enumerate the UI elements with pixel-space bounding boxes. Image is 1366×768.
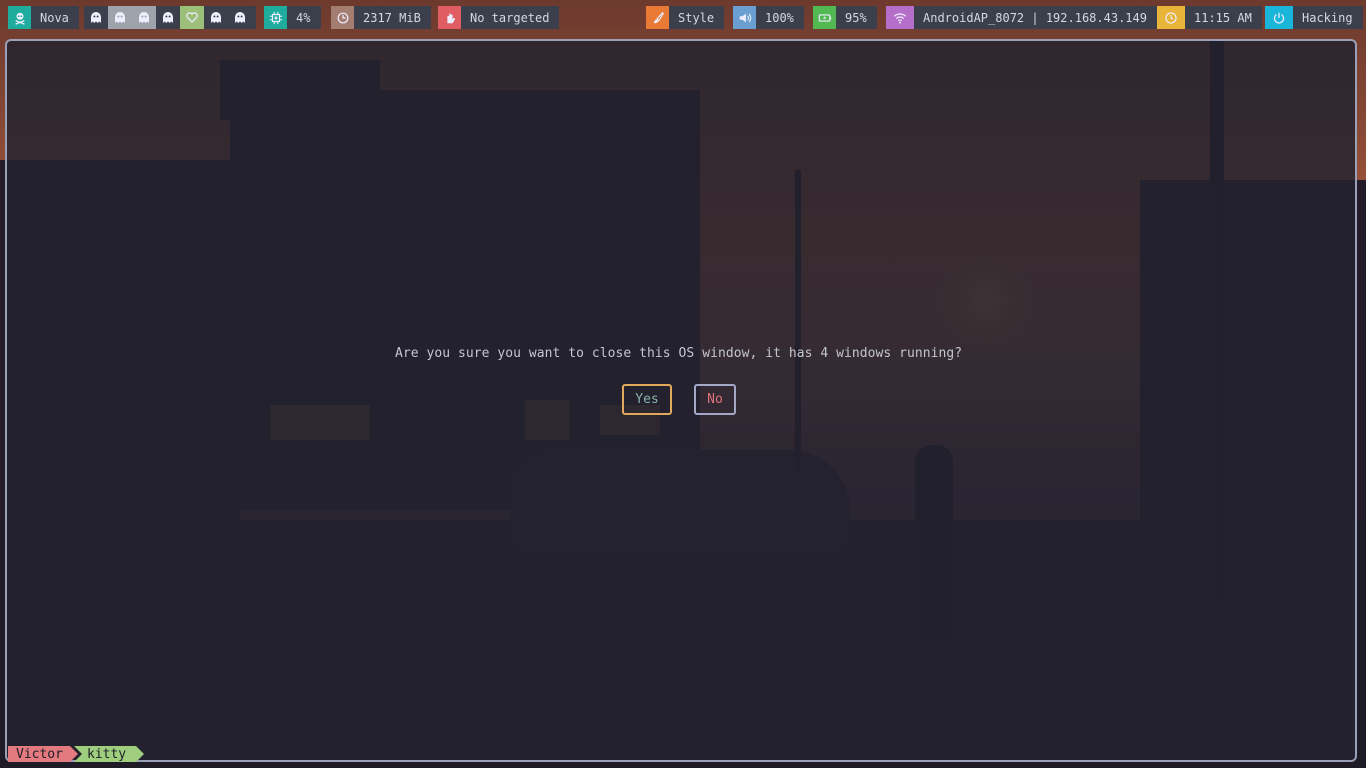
workspace-4[interactable] [156, 6, 180, 29]
power-icon [1265, 6, 1293, 29]
workspaces [84, 6, 256, 29]
power-label: Hacking [1302, 10, 1353, 25]
cpu-chip-icon [264, 6, 287, 29]
window-title-label: No targeted [470, 10, 550, 25]
battery-label: 95% [845, 10, 867, 25]
kitty-terminal-window[interactable] [5, 39, 1357, 762]
no-button[interactable]: No [694, 384, 736, 415]
workspace-3[interactable] [132, 6, 156, 29]
ghost-icon [139, 12, 149, 23]
heart-icon [186, 12, 198, 23]
clock-icon [1157, 6, 1185, 29]
clock-label: 11:15 AM [1194, 10, 1252, 25]
skull-crossbones-icon [8, 6, 31, 29]
style-module[interactable]: Style [646, 6, 725, 29]
memory-module[interactable]: 2317 MiB [331, 6, 431, 29]
battery-module[interactable]: 95% [813, 6, 877, 29]
power-module[interactable]: Hacking [1265, 6, 1363, 29]
volume-label: 100% [765, 10, 794, 25]
clock-module[interactable]: 11:15 AM [1157, 6, 1262, 29]
top-bar: Nova 4% 2317 MiB No targeted Style 100% … [0, 0, 1366, 36]
workspace-1[interactable] [84, 6, 108, 29]
window-title-module[interactable]: No targeted [438, 6, 560, 29]
style-label: Style [678, 10, 715, 25]
ghost-icon [163, 12, 173, 23]
workspace-6[interactable] [204, 6, 228, 29]
hand-icon [438, 6, 461, 29]
statusline-user-segment: Victor [8, 746, 78, 762]
speaker-icon [733, 6, 756, 29]
pie-clock-icon [331, 6, 354, 29]
yes-button[interactable]: Yes [622, 384, 672, 415]
ghost-icon [91, 12, 101, 23]
ghost-icon [235, 12, 245, 23]
session-module[interactable]: Nova [8, 6, 79, 29]
workspace-2[interactable] [108, 6, 132, 29]
cpu-label: 4% [296, 10, 311, 25]
cpu-module[interactable]: 4% [264, 6, 322, 29]
volume-module[interactable]: 100% [733, 6, 804, 29]
session-label: Nova [40, 10, 69, 25]
network-label: AndroidAP_8072 | 192.168.43.149 [923, 10, 1147, 25]
ghost-icon [211, 12, 221, 23]
network-module[interactable]: AndroidAP_8072 | 192.168.43.149 [886, 6, 1157, 29]
wifi-icon [886, 6, 914, 29]
workspace-7[interactable] [228, 6, 252, 29]
battery-charge-icon [813, 6, 836, 29]
brush-icon [646, 6, 669, 29]
statusline-app-tab[interactable]: kitty [74, 746, 144, 762]
workspace-5-active[interactable] [180, 6, 204, 29]
ghost-icon [115, 12, 125, 23]
memory-label: 2317 MiB [363, 10, 421, 25]
close-confirmation-message: Are you sure you want to close this OS w… [395, 346, 963, 361]
